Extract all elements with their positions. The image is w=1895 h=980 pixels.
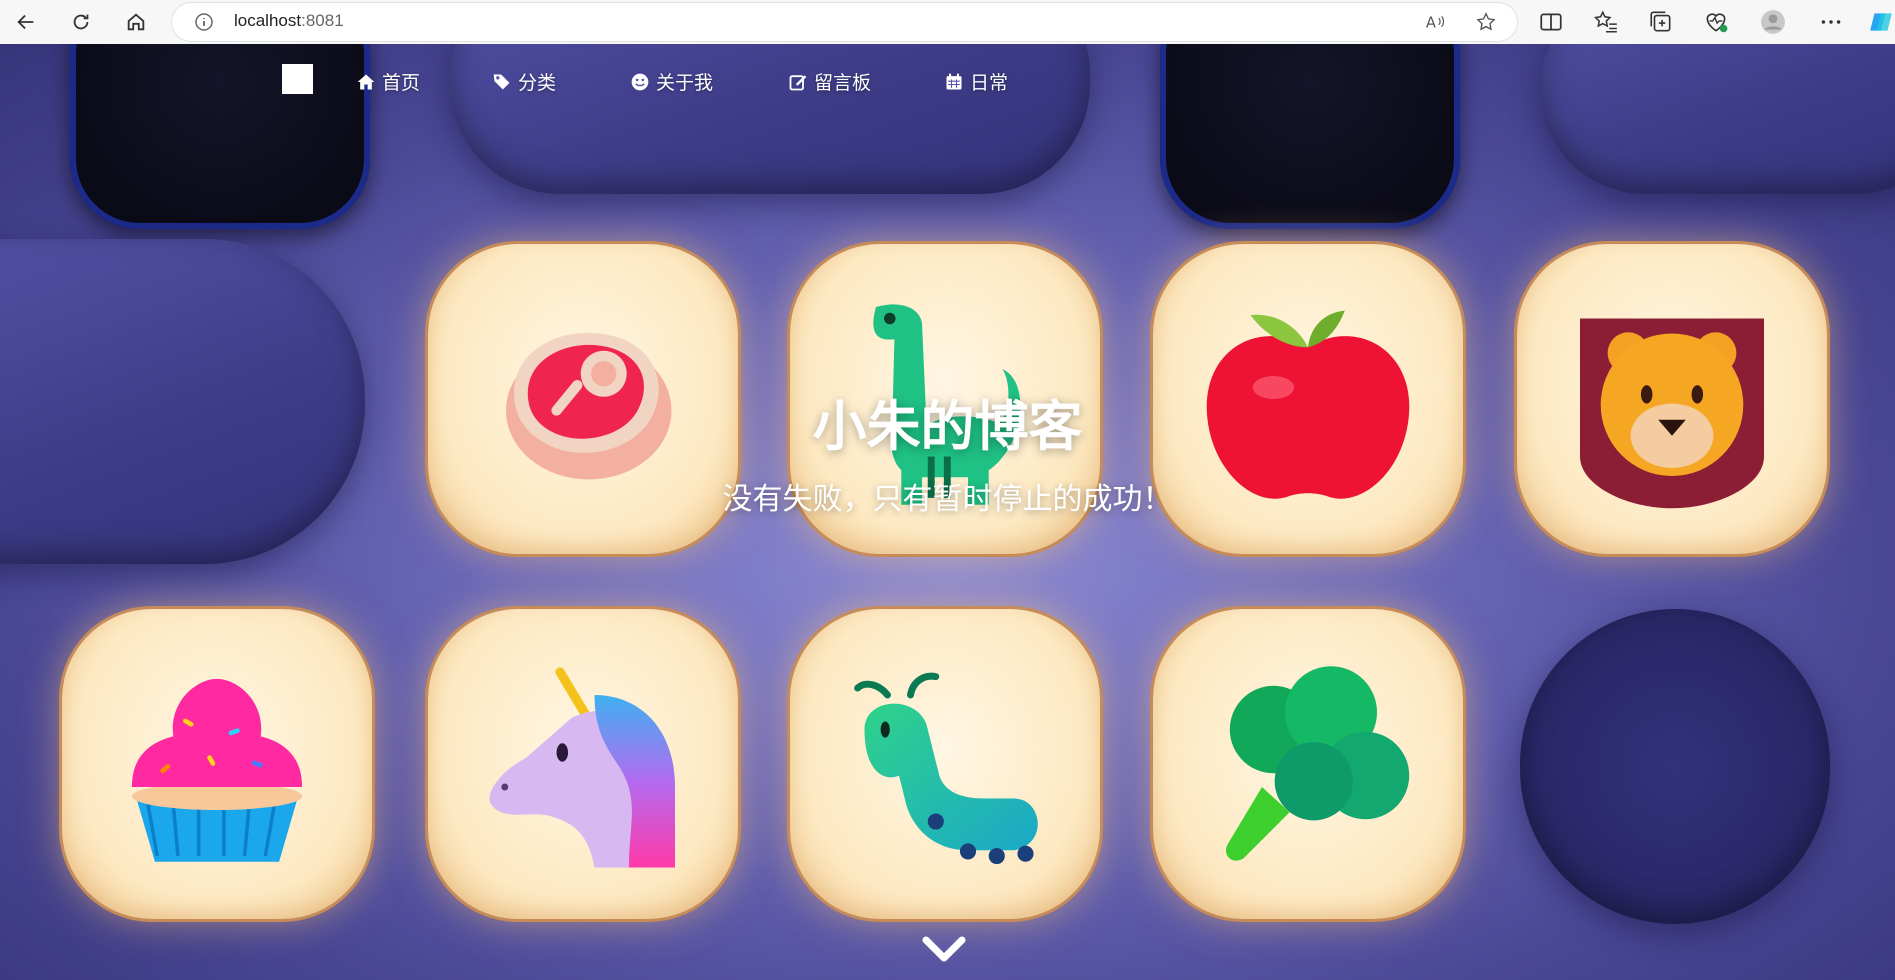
site-navbar: 首页 分类 关于我 留言板 日常: [0, 44, 1895, 114]
site-logo[interactable]: [282, 64, 313, 94]
hero-title: 小朱的博客: [812, 395, 1083, 458]
tags-icon: [493, 74, 510, 89]
split-screen-icon: [1540, 13, 1562, 31]
ellipsis-icon: [1821, 20, 1841, 24]
chevron-down-icon[interactable]: [920, 934, 968, 966]
page-background: 首页 分类 关于我 留言板 日常 小朱的博客 没有失败，只有暂时停止的成功！: [0, 44, 1895, 980]
nav-item-categories[interactable]: 分类: [492, 68, 556, 95]
nav-item-label: 首页: [382, 72, 421, 94]
split-screen-button[interactable]: [1538, 9, 1564, 35]
nav-item-daily[interactable]: 日常: [944, 68, 1008, 95]
edit-icon: [789, 74, 807, 90]
nav-item-guestbook[interactable]: 留言板: [788, 68, 871, 95]
read-aloud-icon[interactable]: A: [1424, 11, 1446, 33]
url-port: :8081: [301, 11, 344, 30]
info-icon[interactable]: [194, 12, 214, 32]
cupcake-icon: [131, 678, 303, 862]
bg-round-key: [1520, 609, 1830, 924]
tile-unicorn: [428, 609, 738, 919]
nav-item-label: 分类: [518, 72, 557, 94]
copilot-button[interactable]: [1868, 9, 1894, 35]
url-host: localhost: [234, 11, 302, 30]
nav-item-label: 关于我: [656, 72, 714, 94]
tile-broccoli: [1153, 609, 1463, 919]
hero-subtitle: 没有失败，只有暂时停止的成功！: [722, 482, 1173, 517]
collections-button[interactable]: [1648, 9, 1674, 35]
copilot-icon: [1870, 13, 1892, 31]
heart-pulse-icon: [1706, 13, 1728, 33]
svg-text:A: A: [1426, 15, 1436, 32]
url-text: localhost:8081: [234, 11, 344, 31]
caterpillar-icon: [854, 672, 1038, 865]
nav-item-about[interactable]: 关于我: [630, 68, 713, 95]
back-button[interactable]: [8, 4, 44, 40]
favorite-star-icon[interactable]: [1475, 11, 1497, 33]
collections-icon: [1650, 11, 1671, 32]
broccoli-icon: [1225, 666, 1410, 861]
nav-item-label: 留言板: [814, 72, 872, 94]
browser-toolbar: localhost:8081 A: [0, 0, 1895, 44]
smile-icon: [631, 73, 649, 90]
favorites-button[interactable]: [1593, 9, 1619, 35]
nav-item-label: 日常: [970, 72, 1009, 94]
tile-cupcake: [62, 609, 372, 919]
refresh-icon: [73, 14, 89, 30]
browser-essentials-button[interactable]: [1703, 9, 1729, 35]
profile-button[interactable]: [1760, 9, 1786, 35]
home-browser-button[interactable]: [118, 4, 154, 40]
unicorn-icon: [489, 667, 675, 868]
more-menu-button[interactable]: [1818, 9, 1844, 35]
calendar-icon: [946, 73, 962, 89]
nav-item-home[interactable]: 首页: [356, 68, 420, 95]
home-icon: [357, 74, 375, 89]
tile-caterpillar: [790, 609, 1100, 919]
refresh-button[interactable]: [63, 4, 99, 40]
home-outline-icon: [127, 13, 145, 31]
address-bar[interactable]: localhost:8081 A: [172, 3, 1517, 41]
back-arrow-icon: [17, 14, 34, 30]
avatar-icon: [1761, 10, 1785, 34]
favorites-list-icon: [1593, 10, 1617, 33]
